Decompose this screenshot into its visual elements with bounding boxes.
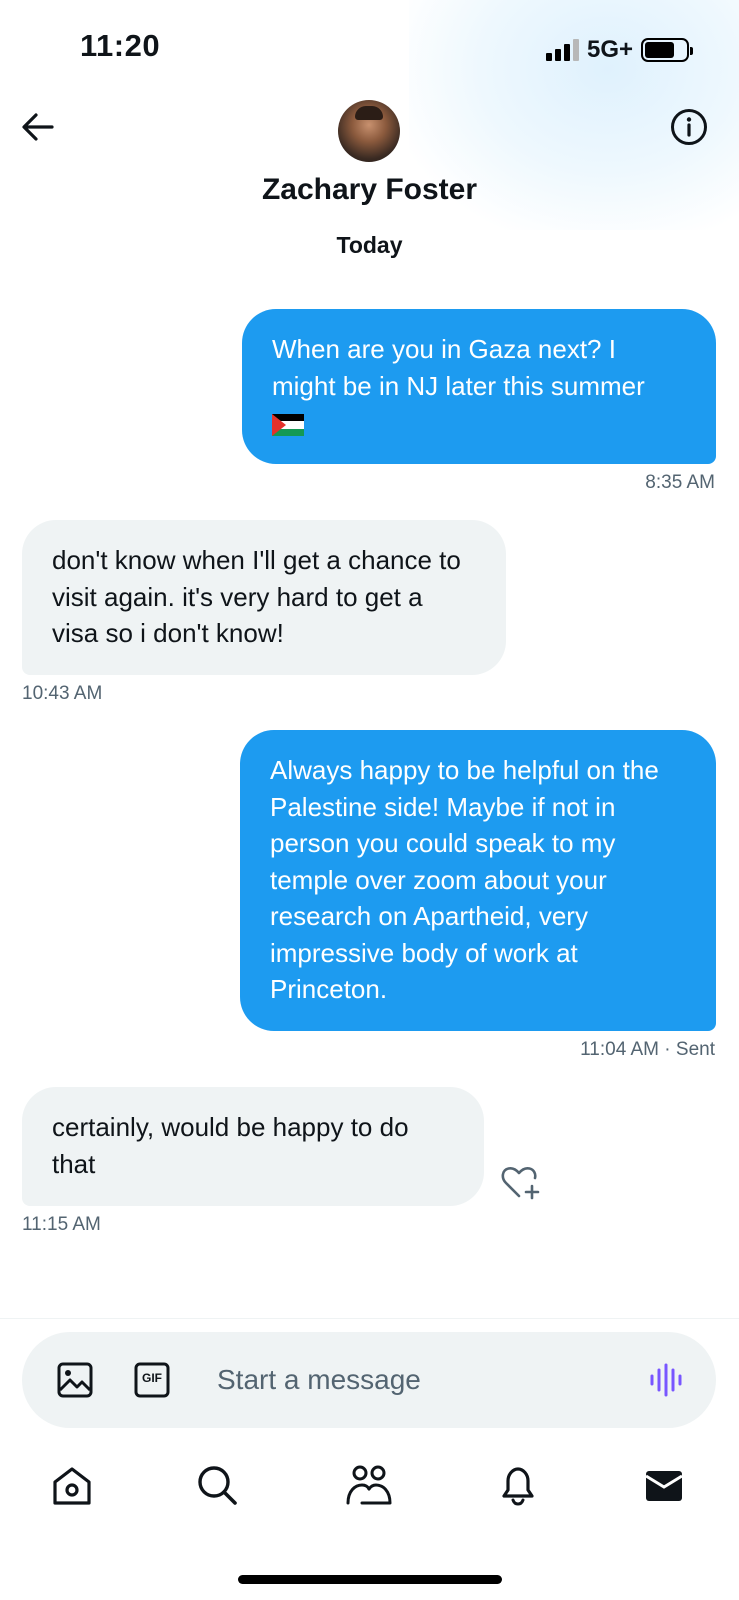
envelope-icon xyxy=(645,1471,683,1501)
message-meta: 11:04 AM · Sent xyxy=(580,1039,715,1061)
divider xyxy=(0,1318,739,1319)
message-timestamp: 11:04 AM xyxy=(580,1039,660,1060)
communities-icon xyxy=(346,1465,392,1505)
message-bubble-outgoing[interactable]: Always happy to be helpful on the Palest… xyxy=(240,730,716,1031)
bottom-tab-bar xyxy=(0,1460,739,1520)
gif-label: GIF xyxy=(142,1371,162,1385)
media-button[interactable] xyxy=(55,1360,95,1400)
message-timestamp: 8:35 AM xyxy=(645,472,715,493)
message-input[interactable] xyxy=(217,1360,617,1400)
conversation-header: Zachary Foster xyxy=(0,95,739,215)
message-status: · Sent xyxy=(664,1039,715,1060)
tab-search[interactable] xyxy=(192,1460,242,1510)
signal-icon xyxy=(545,39,579,61)
info-icon xyxy=(671,109,707,145)
bell-icon xyxy=(502,1467,534,1506)
message-timestamp: 11:15 AM xyxy=(22,1214,101,1235)
contact-name[interactable]: Zachary Foster xyxy=(0,173,739,207)
tab-communities[interactable] xyxy=(344,1460,394,1510)
home-icon xyxy=(53,1467,91,1505)
message-bubble-outgoing[interactable]: When are you in Gaza next? I might be in… xyxy=(242,309,716,464)
arrow-left-icon xyxy=(22,113,54,141)
conversation-info-button[interactable] xyxy=(669,107,709,147)
message-text: When are you in Gaza next? I might be in… xyxy=(272,334,645,401)
message-composer: GIF xyxy=(22,1332,716,1428)
search-icon xyxy=(198,1466,237,1505)
voice-message-button[interactable] xyxy=(646,1360,686,1400)
message-text: certainly, would be happy to do that xyxy=(52,1112,409,1179)
avatar[interactable] xyxy=(338,100,400,162)
message-text: Always happy to be helpful on the Palest… xyxy=(270,755,659,1004)
tab-home[interactable] xyxy=(47,1460,97,1510)
home-indicator[interactable] xyxy=(238,1575,502,1584)
back-button[interactable] xyxy=(18,107,58,147)
message-text: don't know when I'll get a chance to vis… xyxy=(52,545,461,648)
tab-messages[interactable] xyxy=(639,1460,689,1510)
image-icon xyxy=(57,1362,93,1398)
tab-notifications[interactable] xyxy=(493,1460,543,1510)
status-time: 11:20 xyxy=(80,28,161,63)
status-bar: 11:20 5G+ xyxy=(0,0,739,100)
network-label: 5G+ xyxy=(586,36,633,63)
gif-button[interactable]: GIF xyxy=(132,1360,172,1400)
voice-waveform-icon xyxy=(650,1363,682,1397)
battery-icon xyxy=(641,38,693,62)
palestine-flag-icon xyxy=(272,414,304,437)
message-bubble-incoming[interactable]: don't know when I'll get a chance to vis… xyxy=(22,520,506,675)
message-bubble-incoming[interactable]: certainly, would be happy to do that xyxy=(22,1087,484,1206)
status-indicators: 5G+ xyxy=(545,36,693,64)
heart-plus-icon xyxy=(501,1166,540,1200)
day-separator: Today xyxy=(336,232,403,258)
message-timestamp: 10:43 AM xyxy=(22,683,103,704)
add-reaction-button[interactable] xyxy=(500,1162,542,1202)
